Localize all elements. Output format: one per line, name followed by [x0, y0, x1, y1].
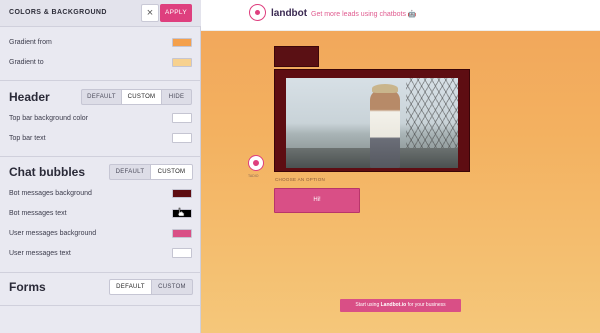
forms-default-option[interactable]: DEFAULT [110, 280, 152, 294]
bot-avatar-label: TADIO [248, 174, 259, 178]
option-hi-button[interactable]: Hi! [274, 188, 360, 213]
chat-bubbles-section-title: Chat bubbles [9, 165, 86, 179]
forms-mode-toggle: DEFAULT CUSTOM [109, 279, 193, 295]
choose-option-label: CHOOSE AN OPTION [275, 177, 326, 182]
panel-title: COLORS & BACKGROUND [9, 9, 107, 16]
landbot-cta-button[interactable]: Start using Landbot.io for your business [340, 299, 461, 312]
forms-section-title: Forms [9, 280, 46, 294]
cta-brand: Landbot.io [380, 302, 407, 308]
header-section-title: Header [9, 90, 50, 104]
bot-messages-bg-swatch[interactable] [172, 189, 192, 198]
bot-messages-bg-label: Bot messages background [9, 190, 92, 197]
bot-messages-text-label: Bot messages text [9, 210, 67, 217]
gradient-from-swatch[interactable] [172, 38, 192, 47]
header-custom-option[interactable]: CUSTOM [122, 90, 162, 104]
gradient-from-label: Gradient from [9, 39, 52, 46]
header-mode-toggle: DEFAULT CUSTOM HIDE [81, 89, 192, 105]
divider [0, 272, 201, 273]
bot-message-bubble [274, 46, 319, 67]
fisherman-hat [372, 84, 398, 93]
chat-bubbles-default-option[interactable]: DEFAULT [110, 165, 151, 179]
cta-suffix: for your business [406, 302, 446, 308]
preview-top-bar: landbot Get more leads using chatbots 🤖 [201, 0, 600, 31]
top-bar-bg-swatch[interactable] [172, 113, 192, 123]
panel-header: COLORS & BACKGROUND × APPLY [0, 0, 201, 27]
top-bar-text-label: Top bar text [9, 135, 46, 142]
divider [0, 156, 201, 157]
cta-prefix: Start using [355, 302, 381, 308]
brand-name: landbot [271, 8, 308, 19]
settings-panel: COLORS & BACKGROUND × APPLY Gradient fro… [0, 0, 201, 333]
header-hide-option[interactable]: HIDE [162, 90, 191, 104]
bot-avatar-icon [248, 155, 264, 171]
bot-media-bubble [274, 69, 470, 172]
close-button[interactable]: × [141, 4, 159, 22]
apply-button[interactable]: APPLY [160, 4, 192, 22]
top-bar-text-swatch[interactable] [172, 133, 192, 143]
hand-cursor-icon [177, 207, 185, 217]
user-messages-text-label: User messages text [9, 250, 71, 257]
divider [0, 80, 201, 81]
user-messages-bg-swatch[interactable] [172, 229, 192, 238]
landbot-logo-icon [249, 4, 266, 21]
header-default-option[interactable]: DEFAULT [82, 90, 122, 104]
divider [0, 305, 201, 306]
gradient-to-swatch[interactable] [172, 58, 192, 67]
forms-custom-option[interactable]: CUSTOM [152, 280, 192, 294]
top-bar-bg-label: Top bar background color [9, 115, 88, 122]
chat-bubbles-mode-toggle: DEFAULT CUSTOM [109, 164, 193, 180]
user-messages-text-swatch[interactable] [172, 248, 192, 258]
fisherman-photo [286, 78, 458, 168]
gradient-to-label: Gradient to [9, 59, 44, 66]
chat-preview: landbot Get more leads using chatbots 🤖 … [201, 0, 600, 333]
brand-tagline: Get more leads using chatbots 🤖 [311, 11, 417, 18]
chat-bubbles-custom-option[interactable]: CUSTOM [151, 165, 192, 179]
user-messages-bg-label: User messages background [9, 230, 97, 237]
fisherman-figure [370, 90, 400, 168]
